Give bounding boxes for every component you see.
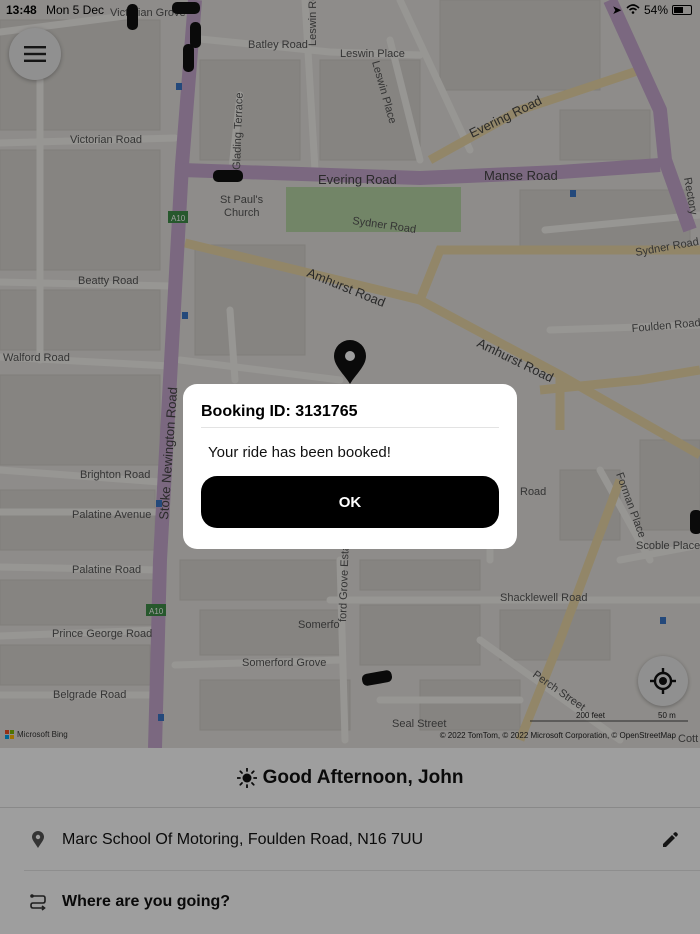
dialog-divider [201,427,499,428]
dialog-title: Booking ID: 3131765 [201,403,358,420]
booking-confirmation-dialog: Booking ID: 3131765 Your ride has been b… [183,384,517,549]
ok-button[interactable]: OK [201,476,499,528]
dialog-message: Your ride has been booked! [208,444,391,461]
